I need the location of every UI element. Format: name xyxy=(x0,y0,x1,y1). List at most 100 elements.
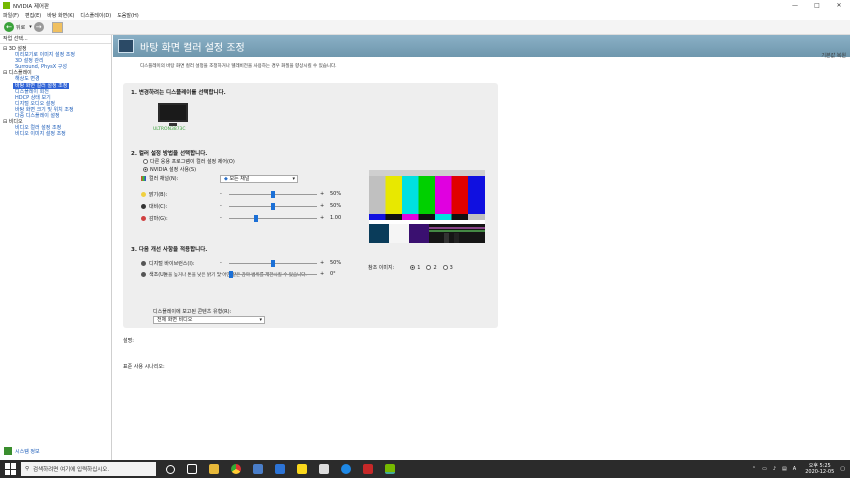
menu-desktop[interactable]: 바탕 화면(K) xyxy=(47,12,74,19)
ref-image-radio-2-dot[interactable] xyxy=(426,265,432,270)
desktop-color-icon xyxy=(118,39,134,53)
slider-track[interactable] xyxy=(229,274,317,275)
photos-icon[interactable] xyxy=(253,464,263,474)
chevron-up-icon[interactable]: ⌃ xyxy=(752,466,756,472)
network-icon[interactable]: ▭ xyxy=(762,466,767,472)
monitor-name[interactable]: ULTRON3873C xyxy=(153,127,186,132)
cortana-icon[interactable] xyxy=(166,464,175,474)
ref-image-radio-3-dot[interactable] xyxy=(442,265,448,270)
close-button[interactable]: ✕ xyxy=(828,0,850,11)
windows-start-icon[interactable] xyxy=(5,463,17,475)
menu-file[interactable]: 파일(F) xyxy=(3,12,19,19)
acrobat-icon[interactable] xyxy=(363,464,373,474)
slider-plus[interactable]: + xyxy=(320,271,324,277)
system-info-link[interactable]: 시스템 정보 xyxy=(4,447,40,455)
radio-other-apps[interactable]: 다른 응용 프로그램이 컬러 설정 제어(O) xyxy=(143,158,235,165)
ref-image-radio-2-label: 2 xyxy=(433,264,437,271)
title-bar: NVIDIA 제어판 — □ ✕ xyxy=(0,0,850,11)
hue-icon xyxy=(141,272,146,277)
ref-image-radio-1-dot[interactable] xyxy=(410,265,416,270)
radio-other-apps-dot[interactable] xyxy=(143,159,148,164)
radio-nvidia-settings-dot[interactable] xyxy=(143,167,148,172)
tree-item[interactable]: 비디오 이미지 설정 조정 xyxy=(3,131,111,137)
volume-icon[interactable]: ♪ xyxy=(773,466,776,472)
minimize-button[interactable]: — xyxy=(784,0,806,11)
menu-edit[interactable]: 편집(E) xyxy=(25,12,41,19)
slider-thumb[interactable] xyxy=(254,215,259,222)
chevron-down-icon: ▾ xyxy=(259,317,262,323)
mail-icon[interactable] xyxy=(275,464,285,474)
slider-plus[interactable]: + xyxy=(320,260,324,266)
clock-date: 2020-12-05 xyxy=(805,469,835,475)
slider-track[interactable] xyxy=(229,218,317,219)
ref-image-radio-1[interactable]: 1 xyxy=(410,265,420,271)
task-tree: ⊟ 3D 설정 미리보기로 이미지 설정 조정 3D 설정 관리 Surround, … xyxy=(0,44,111,137)
nvidia-taskbar-icon[interactable] xyxy=(385,464,395,474)
restore-defaults-link[interactable]: 기본값 복원 xyxy=(821,52,846,59)
kakaotalk-icon[interactable] xyxy=(297,464,307,474)
slider-minus[interactable]: - xyxy=(220,203,222,209)
slider[interactable] xyxy=(229,203,317,210)
back-label[interactable]: 뒤로 xyxy=(16,24,25,31)
color-channel-select[interactable]: ◆ 모든 채널 ▾ xyxy=(220,175,298,183)
main-content: 바탕 화면 컬러 설정 조정 기본값 복원 디스플레이의 바탕 화면 컬러 설정… xyxy=(113,35,850,460)
file-explorer-icon[interactable] xyxy=(209,464,219,474)
gamma-icon xyxy=(141,216,146,221)
slider[interactable] xyxy=(229,271,317,278)
description-label: 설명: xyxy=(123,338,134,344)
contrast-icon xyxy=(141,204,146,209)
color-channel-icon xyxy=(141,176,146,181)
chrome-icon[interactable] xyxy=(231,464,241,474)
content-type-select[interactable]: 전체 화면 비디오 ▾ xyxy=(153,316,265,324)
slider-minus[interactable]: - xyxy=(220,271,222,277)
slider-plus[interactable]: + xyxy=(320,203,324,209)
slider-plus[interactable]: + xyxy=(320,191,324,197)
sidebar-header: 작업 선택... xyxy=(0,35,111,44)
radio-other-apps-label: 다른 응용 프로그램이 컬러 설정 제어(O) xyxy=(150,159,235,165)
language-icon[interactable]: ▤ xyxy=(782,466,787,472)
slider-plus[interactable]: + xyxy=(320,215,324,221)
edge-icon[interactable] xyxy=(341,464,351,474)
color-channel-label: 컬러 채널(N): xyxy=(149,176,179,182)
maximize-button[interactable]: □ xyxy=(806,0,828,11)
notification-icon[interactable]: ▢ xyxy=(840,466,845,472)
tree-item[interactable]: 해상도 변경 xyxy=(3,76,111,82)
reference-image-selector: 참조 이미지: 1 2 3 xyxy=(368,264,453,272)
search-icon: ⚲ xyxy=(25,466,30,472)
slider[interactable] xyxy=(229,260,317,267)
section-1-heading: 1. 변경하려는 디스플레이를 선택합니다. xyxy=(131,90,226,96)
home-icon[interactable] xyxy=(51,21,63,33)
slider-minus[interactable]: - xyxy=(220,191,222,197)
slider-thumb[interactable] xyxy=(271,260,275,267)
slider-minus[interactable]: - xyxy=(220,215,222,221)
clock[interactable]: 오후 5:25 2020-12-05 xyxy=(805,463,834,475)
back-dropdown-icon[interactable]: ▾ xyxy=(29,24,32,30)
slider-thumb[interactable] xyxy=(271,203,275,210)
ime-indicator[interactable]: A xyxy=(793,466,796,472)
task-sidebar: 작업 선택... ⊟ 3D 설정 미리보기로 이미지 설정 조정 3D 설정 관리 S… xyxy=(0,35,112,460)
ref-image-radio-3[interactable]: 3 xyxy=(442,265,453,271)
monitor-icon[interactable] xyxy=(158,103,188,122)
slider[interactable] xyxy=(229,191,317,198)
menu-display[interactable]: 디스플레이(D) xyxy=(80,12,111,19)
slider[interactable] xyxy=(229,215,317,222)
reference-color-bars-image xyxy=(369,170,485,243)
slider-value: 50% xyxy=(330,203,342,209)
task-view-icon[interactable] xyxy=(187,464,197,474)
system-info-label[interactable]: 시스템 정보 xyxy=(15,448,40,455)
back-arrow-icon[interactable]: ← xyxy=(4,22,14,32)
color-channel-value: 모든 채널 xyxy=(229,176,250,182)
slider-row: 감마(G): xyxy=(141,215,213,222)
slider-thumb[interactable] xyxy=(229,271,233,278)
ref-image-radio-2[interactable]: 2 xyxy=(426,264,437,271)
taskbar-search-box[interactable]: ⚲ 검색하려면 여기에 입력하십시오. xyxy=(21,462,156,476)
slider-row: 색조(U): xyxy=(141,271,213,278)
forward-arrow-icon[interactable]: → xyxy=(33,22,44,32)
app-icon[interactable] xyxy=(319,464,329,474)
menu-help[interactable]: 도움말(H) xyxy=(117,12,138,19)
slider-row: 대비(C): xyxy=(141,203,213,210)
radio-nvidia-settings[interactable]: NVIDIA 설정 사용(S) xyxy=(143,166,196,173)
slider-row: 밝기(B): xyxy=(141,191,213,198)
slider-thumb[interactable] xyxy=(271,191,275,198)
slider-minus[interactable]: - xyxy=(220,260,222,266)
